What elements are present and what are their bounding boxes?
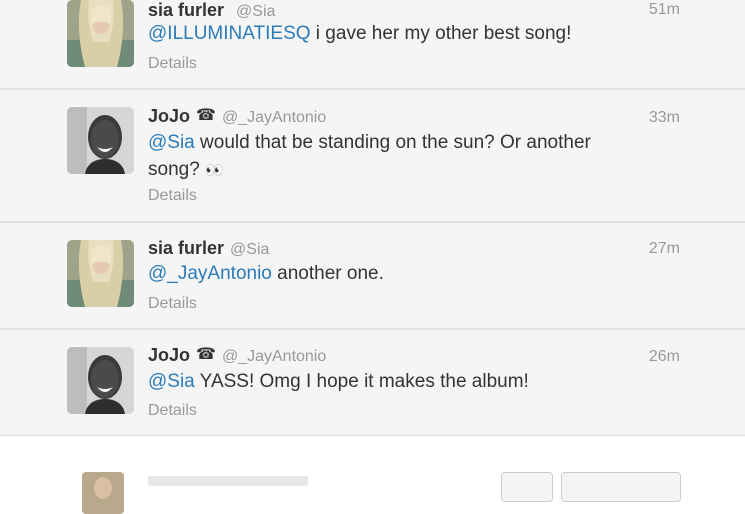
tweet-item[interactable]: JoJo ☎ @_JayAntonio 26m @Sia YASS! Omg I h…	[0, 329, 745, 436]
details-link[interactable]: Details	[148, 186, 197, 206]
username-link[interactable]: @_JayAntonio	[222, 109, 326, 126]
timestamp-link[interactable]: 26m	[649, 345, 680, 369]
mention-link[interactable]: @Sia	[148, 371, 195, 392]
mention-link[interactable]: @Sia	[148, 132, 195, 153]
reply-row	[0, 436, 745, 514]
tweet-text: @Sia would that be standing on the sun? …	[148, 129, 628, 184]
tweet-item[interactable]: sia furler @Sia 51m @ILLUMINATIESQ i gave…	[0, 0, 745, 89]
user-avatar	[82, 472, 124, 514]
large-button[interactable]	[561, 472, 681, 502]
user-avatar-image	[82, 472, 124, 514]
jojo-avatar-image	[67, 107, 134, 174]
fullname-link[interactable]: JoJo	[148, 106, 190, 126]
tweet-header: sia furler @Sia	[148, 0, 275, 22]
fullname-link[interactable]: sia furler	[148, 0, 224, 20]
tweet-body: YASS! Omg I hope it makes the album!	[194, 371, 529, 392]
tweet-text: @_JayAntonio another one.	[148, 260, 628, 287]
tweet-header: JoJo ☎ @_JayAntonio	[148, 104, 326, 128]
eyes-emoji: 👀	[205, 162, 224, 179]
sia-avatar[interactable]	[67, 240, 134, 307]
jojo-avatar[interactable]	[67, 347, 134, 414]
details-link[interactable]: Details	[148, 401, 197, 421]
jojo-avatar-image	[67, 347, 134, 414]
jojo-avatar[interactable]	[67, 107, 134, 174]
tweet-text: @ILLUMINATIESQ i gave her my other best …	[148, 20, 628, 47]
tweet-timeline: sia furler @Sia 51m @ILLUMINATIESQ i gave…	[0, 0, 745, 514]
details-link[interactable]: Details	[148, 54, 197, 74]
mention-link[interactable]: @ILLUMINATIESQ	[148, 23, 311, 44]
tweet-item[interactable]: sia furler @Sia 27m @_JayAntonio another …	[0, 222, 745, 329]
sia-avatar-image	[67, 240, 134, 307]
timestamp-link[interactable]: 33m	[649, 106, 680, 130]
fullname-link[interactable]: sia furler	[148, 238, 224, 258]
fullname-link[interactable]: JoJo	[148, 345, 190, 365]
tweet-header: sia furler @Sia	[148, 236, 269, 260]
timestamp-link[interactable]: 27m	[649, 237, 680, 261]
phone-icon: ☎	[196, 107, 216, 124]
sia-avatar[interactable]	[67, 0, 134, 67]
reply-row-text	[148, 476, 308, 486]
phone-icon: ☎	[196, 346, 216, 363]
username-link[interactable]: @_JayAntonio	[222, 348, 326, 365]
tweet-header: JoJo ☎ @_JayAntonio	[148, 343, 326, 367]
sia-avatar-image	[67, 0, 134, 67]
small-button[interactable]	[501, 472, 553, 502]
username-link[interactable]: @Sia	[230, 241, 269, 258]
tweet-body: another one.	[271, 263, 384, 284]
tweet-text: @Sia YASS! Omg I hope it makes the album…	[148, 368, 628, 395]
tweet-item[interactable]: JoJo ☎ @_JayAntonio 33m @Sia would that be…	[0, 89, 745, 222]
mention-link[interactable]: @_JayAntonio	[148, 263, 272, 284]
timestamp-link[interactable]: 51m	[649, 0, 680, 22]
tweet-body: i gave her my other best song!	[310, 23, 572, 44]
details-link[interactable]: Details	[148, 294, 197, 314]
username-link[interactable]: @Sia	[236, 3, 275, 20]
